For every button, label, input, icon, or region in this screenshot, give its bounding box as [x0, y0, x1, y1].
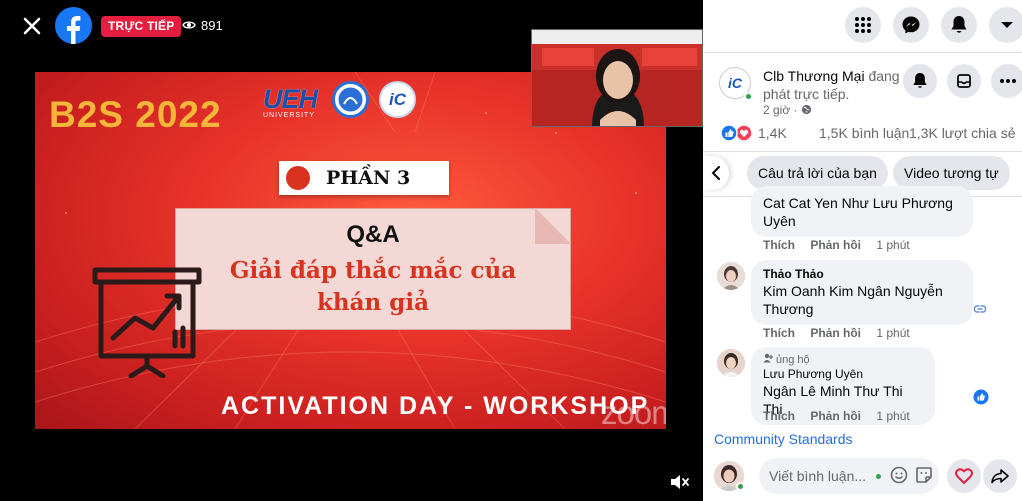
share-icon[interactable]: [983, 459, 1017, 493]
part-dot-icon: [286, 166, 310, 190]
part-label-box: PHẦN 3: [279, 161, 449, 195]
comment-text-line2: Uyên: [763, 213, 796, 229]
page-name-link[interactable]: Clb Thương Mại: [763, 68, 865, 84]
comment-count[interactable]: 1,5K bình luận: [819, 125, 909, 141]
online-indicator: [744, 92, 753, 101]
reply-comment-button[interactable]: Phản hồi: [810, 326, 861, 340]
divider: [703, 151, 1022, 152]
zoom-watermark: zoom: [601, 394, 666, 429]
post-time-value[interactable]: 2 giờ ·: [763, 103, 798, 117]
comment-time[interactable]: 1 phút: [876, 409, 909, 423]
comment-bubble: Cat Cat Yen Như Lưu Phương Uyên: [751, 186, 973, 237]
heart-icon[interactable]: [947, 459, 981, 493]
ueh-logo: UEH UNIVERSITY: [263, 84, 318, 119]
chip-similar-videos[interactable]: Video tương tự: [893, 156, 1010, 190]
comment-author[interactable]: Thảo Thảo: [763, 267, 961, 282]
comment-text-line1: Cat Cat Yen Như Lưu Phương: [763, 195, 953, 211]
typing-indicator-dot: [876, 474, 881, 479]
qa-subtitle-line1: Giải đáp thắc mắc của: [229, 257, 517, 284]
comment-actions: Thích Phản hồi 1 phút: [763, 238, 922, 252]
reply-comment-button[interactable]: Phản hồi: [810, 409, 861, 423]
chip-your-answers[interactable]: Câu trả lời của bạn: [747, 156, 888, 190]
share-count[interactable]: 1,3K lượt chia sẻ: [909, 125, 1016, 141]
supporter-badge: ủng hộ: [763, 353, 923, 367]
comment-text-line1: Kim Oanh Kim Ngân Nguyễn: [763, 283, 943, 299]
avatar[interactable]: [717, 262, 745, 290]
qa-subtitle-line2: khán giả: [316, 289, 429, 316]
globe-icon: [801, 103, 812, 117]
reply-comment-button[interactable]: Phản hồi: [810, 238, 861, 252]
slide-title: B2S 2022: [49, 94, 222, 135]
side-panel: iC Clb Thương Mại đang phát trực tiếp. 2…: [703, 0, 1022, 501]
divider: [703, 52, 1022, 53]
comment-actions: Thích Phản hồi 1 phút: [763, 326, 922, 340]
page-header: iC Clb Thương Mại đang phát trực tiếp. 2…: [716, 60, 1022, 120]
like-comment-button[interactable]: Thích: [763, 238, 795, 252]
like-comment-button[interactable]: Thích: [763, 326, 795, 340]
comment-item: Thảo Thảo Kim Oanh Kim Ngân Nguyễn Thươn…: [703, 260, 1022, 340]
like-badge-icon[interactable]: [973, 389, 989, 410]
emoji-icon[interactable]: [890, 466, 908, 484]
video-area[interactable]: TRỰC TIẾP 891 B2S 2022 UEH UNIVERSITY iC: [0, 0, 703, 501]
page-title: Clb Thương Mại đang phát trực tiếp.: [763, 67, 903, 103]
sticker-icon[interactable]: [915, 466, 933, 484]
comment-item: Cat Cat Yen Như Lưu Phương Uyên Thích Ph…: [703, 186, 1022, 252]
like-count[interactable]: 1,4K: [758, 125, 787, 141]
speaker-image: [532, 30, 702, 126]
comment-time[interactable]: 1 phút: [876, 326, 909, 340]
love-reaction-icon: [735, 124, 753, 142]
chevron-down-icon[interactable]: [989, 7, 1022, 43]
user-icon: [763, 353, 773, 367]
comment-author[interactable]: Lưu Phương Uyên: [763, 367, 923, 382]
activation-banner: ACTIVATION DAY - WORKSHOP: [221, 392, 650, 420]
ueh-logo-subtext: UNIVERSITY: [263, 112, 316, 119]
club-logo: iC: [379, 81, 416, 118]
ueh-logo-text: UEH: [263, 84, 318, 114]
online-indicator: [736, 482, 745, 491]
comment-item: ủng hộ Lưu Phương Uyên Ngân Lê Minh Thư …: [703, 347, 1022, 425]
like-reaction-icon: [720, 124, 738, 142]
viewer-count: 891: [182, 18, 223, 33]
youth-union-logo: [332, 81, 369, 118]
facebook-logo-icon[interactable]: [55, 7, 92, 44]
avatar[interactable]: [717, 349, 745, 377]
club-logo-text: iC: [389, 89, 406, 109]
eye-icon: [182, 18, 196, 33]
reaction-stats: 1,4K 1,5K bình luận 1,3K lượt chia sẻ: [720, 124, 1020, 142]
link-icon[interactable]: [973, 302, 987, 320]
chevron-left-icon[interactable]: [703, 156, 729, 190]
menu-grid-icon[interactable]: [845, 7, 881, 43]
live-badge: TRỰC TIẾP: [101, 16, 182, 37]
comment-text-line2: Thương: [763, 301, 814, 317]
page-avatar-text: iC: [728, 75, 742, 91]
comment-time[interactable]: 1 phút: [876, 238, 909, 252]
comment-input[interactable]: [759, 458, 939, 494]
speaker-video-thumbnail[interactable]: [531, 29, 703, 127]
like-comment-button[interactable]: Thích: [763, 409, 795, 423]
volume-icon[interactable]: [668, 471, 690, 493]
presentation-chart-icon: [91, 266, 209, 383]
qa-subtitle: Giải đáp thắc mắc của khán giả: [176, 255, 570, 319]
reaction-icons[interactable]: [720, 124, 754, 142]
post-time: 2 giờ ·: [763, 103, 812, 117]
part-label: PHẦN 3: [326, 167, 411, 189]
qa-heading: Q&A: [346, 221, 400, 248]
page-header-actions: [903, 64, 1022, 98]
comment-bubble: Thảo Thảo Kim Oanh Kim Ngân Nguyễn Thươn…: [751, 260, 973, 325]
supporter-badge-label: ủng hộ: [776, 354, 810, 366]
community-standards-link[interactable]: Community Standards: [714, 431, 853, 447]
qa-paper-card: Q&A Giải đáp thắc mắc của khán giả: [175, 208, 571, 330]
more-icon[interactable]: [991, 64, 1022, 98]
video-top-bar: TRỰC TIẾP 891: [0, 0, 300, 52]
comment-actions: Thích Phản hồi 1 phút: [763, 409, 922, 423]
bell-icon[interactable]: [941, 7, 977, 43]
bell-icon[interactable]: [903, 64, 937, 98]
chip-bar: Câu trả lời của bạn Video tương tự: [703, 156, 1022, 190]
archive-icon[interactable]: [947, 64, 981, 98]
close-icon[interactable]: [18, 12, 46, 40]
viewer-count-value: 891: [201, 18, 223, 33]
comment-composer: [703, 455, 1022, 501]
global-nav-icons: [845, 7, 1022, 43]
messenger-icon[interactable]: [893, 7, 929, 43]
